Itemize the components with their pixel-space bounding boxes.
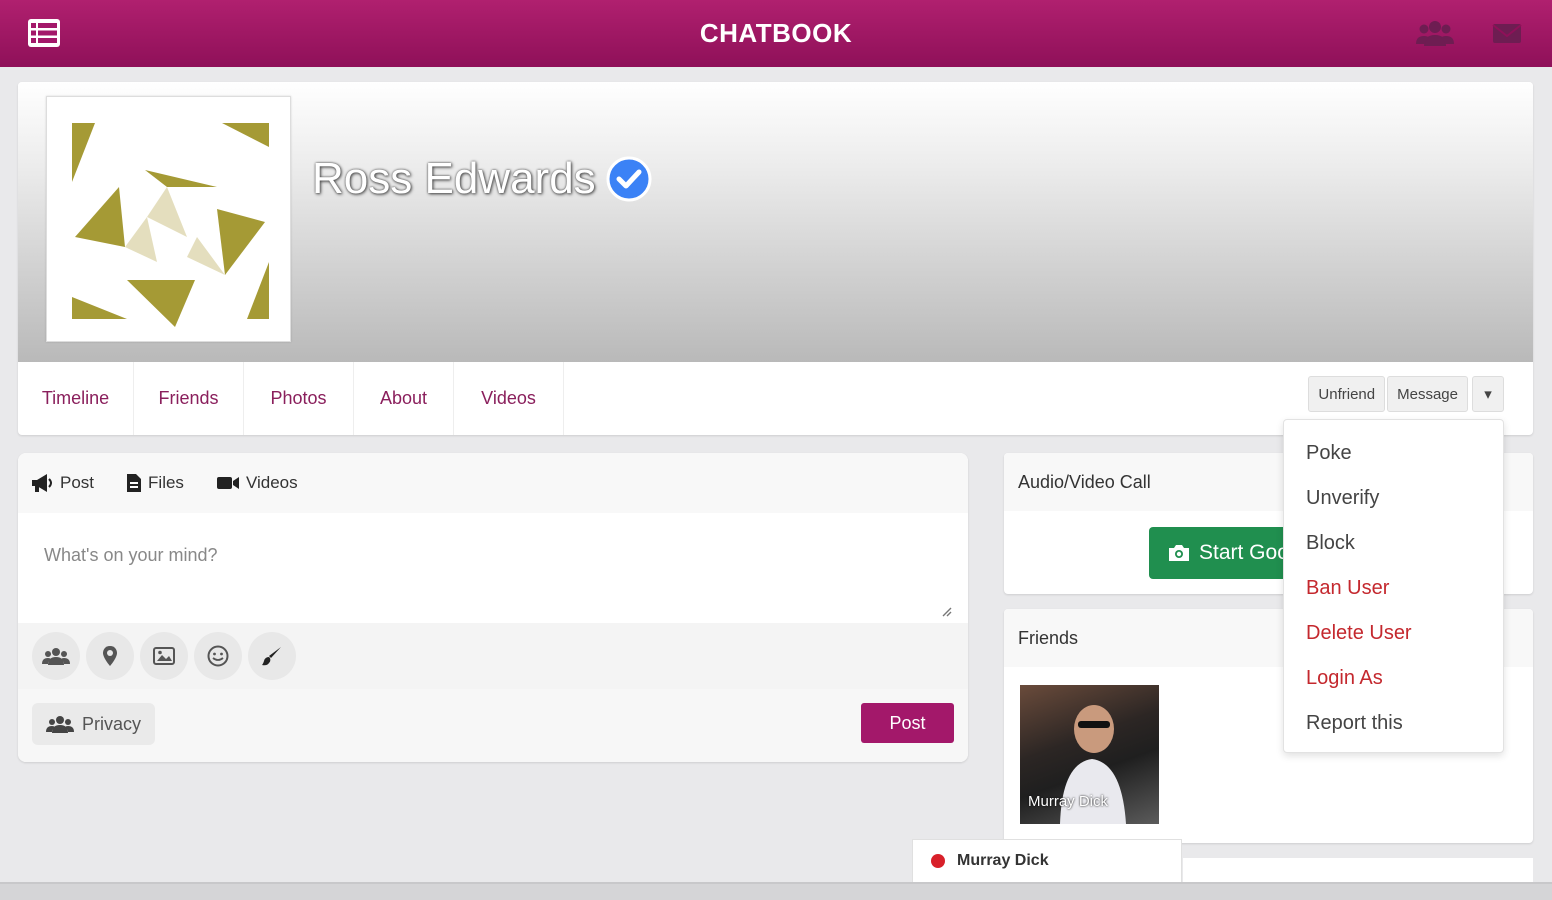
offline-status-icon: [931, 854, 945, 868]
tag-friends-button[interactable]: [32, 632, 80, 680]
location-button[interactable]: [86, 632, 134, 680]
composer-tab-files[interactable]: Files: [126, 473, 184, 493]
post-textarea[interactable]: [18, 513, 968, 623]
profile-tabs: Timeline Friends Photos About Videos: [18, 362, 564, 435]
menu-item-block[interactable]: Block: [1284, 521, 1503, 566]
composer-tabs: Post Files Videos: [18, 453, 968, 513]
tab-friends[interactable]: Friends: [134, 362, 244, 435]
megaphone-icon: [32, 474, 52, 492]
post-button[interactable]: Post: [861, 703, 954, 743]
tag-friends-icon: [42, 648, 70, 665]
menu-item-ban-user[interactable]: Ban User: [1284, 566, 1503, 611]
composer-tab-videos-label: Videos: [245, 473, 298, 492]
photo-button[interactable]: [140, 632, 188, 680]
camera-icon: [1169, 545, 1189, 561]
video-camera-icon: [216, 477, 239, 489]
brush-icon: [262, 647, 281, 666]
tab-videos[interactable]: Videos: [454, 362, 564, 435]
menu-item-report[interactable]: Report this: [1284, 701, 1503, 746]
bottom-bar: [0, 882, 1552, 900]
tab-timeline[interactable]: Timeline: [18, 362, 134, 435]
profile-header: Ross Edwards Timeline Friends Photos Abo…: [18, 82, 1533, 435]
chat-tab-name: Murray Dick: [957, 852, 1049, 869]
menu-item-unverify[interactable]: Unverify: [1284, 476, 1503, 521]
menu-item-login-as[interactable]: Login As: [1284, 656, 1503, 701]
composer-text-area: [18, 513, 968, 623]
friend-card[interactable]: Murray Dick: [1020, 685, 1159, 824]
emoji-button[interactable]: [194, 632, 242, 680]
top-navbar: CHATBOOK: [0, 0, 1552, 67]
composer-tab-post[interactable]: Post: [30, 473, 94, 493]
composer-tab-videos[interactable]: Videos: [216, 473, 298, 493]
unfriend-button[interactable]: Unfriend: [1308, 376, 1386, 412]
brush-button[interactable]: [248, 632, 296, 680]
emoji-icon: [207, 645, 229, 667]
tab-about[interactable]: About: [354, 362, 454, 435]
composer-tools: [18, 623, 968, 689]
chat-tab[interactable]: Murray Dick: [912, 839, 1182, 882]
friend-name: Murray Dick: [1028, 793, 1109, 810]
message-button[interactable]: Message: [1387, 376, 1468, 412]
menu-item-delete-user[interactable]: Delete User: [1284, 611, 1503, 656]
more-actions-toggle[interactable]: ▾: [1472, 376, 1504, 412]
partial-widget: [1183, 858, 1533, 884]
photo-icon: [153, 647, 175, 665]
menu-item-poke[interactable]: Poke: [1284, 431, 1503, 476]
tab-photos[interactable]: Photos: [244, 362, 354, 435]
app-brand[interactable]: CHATBOOK: [0, 18, 1552, 49]
start-call-label: Start Goo: [1199, 541, 1289, 564]
post-composer: Post Files Videos What's on your mind? P…: [18, 453, 968, 762]
location-icon: [103, 646, 117, 666]
privacy-button[interactable]: Privacy: [32, 703, 156, 745]
resize-grip-icon[interactable]: [940, 605, 952, 617]
composer-tab-files-label: Files: [148, 473, 184, 492]
friends-icon[interactable]: [1416, 18, 1454, 48]
composer-tab-post-label: Post: [60, 473, 95, 492]
composer-footer: Privacy Post: [18, 689, 968, 762]
file-icon: [127, 474, 142, 492]
profile-actions-menu: Poke Unverify Block Ban User Delete User…: [1283, 419, 1504, 753]
mail-icon[interactable]: [1492, 18, 1522, 48]
privacy-label: Privacy: [82, 713, 142, 734]
people-icon: [46, 716, 74, 733]
profile-name: Ross Edwards: [312, 154, 596, 203]
profile-avatar[interactable]: [46, 96, 291, 342]
avatar-pattern: [72, 123, 269, 327]
profile-actions: Unfriend Message ▾: [1308, 376, 1504, 412]
verified-badge-icon: [606, 156, 652, 202]
